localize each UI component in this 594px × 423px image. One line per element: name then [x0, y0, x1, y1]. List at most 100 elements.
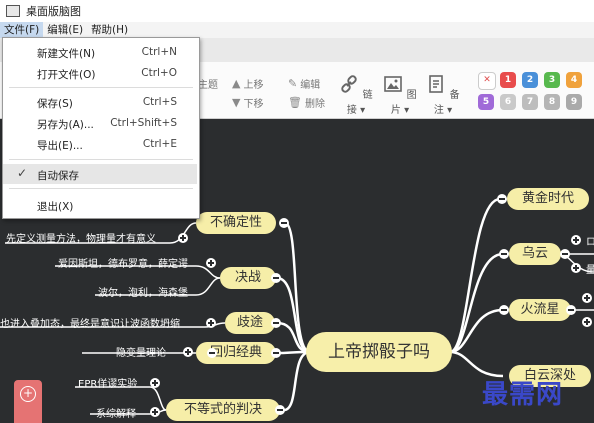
move-up-label: 上移: [243, 80, 264, 91]
expand-icon[interactable]: [582, 293, 592, 303]
priority-7-button[interactable]: 7: [522, 94, 538, 110]
leaf-partial[interactable]: ロ: [586, 233, 594, 248]
pencil-icon: ✎: [288, 77, 298, 90]
zoom-in-icon[interactable]: +: [20, 386, 36, 402]
priority-9-button[interactable]: 9: [566, 94, 582, 110]
expand-icon[interactable]: [178, 233, 188, 243]
topic-fireball[interactable]: 火流星: [509, 299, 571, 321]
expand-icon[interactable]: [582, 317, 592, 327]
menu-item-label: 自动保存: [37, 170, 79, 182]
leaf-hidden-variables[interactable]: 隐变量理论: [116, 344, 166, 359]
menu-item-save[interactable]: 保存(S) Ctrl+S: [3, 92, 197, 112]
center-topic[interactable]: 上帝掷骰子吗: [306, 332, 452, 372]
watermark: 最需网: [482, 380, 564, 410]
move-down-label: 下移: [243, 99, 264, 110]
expand-icon[interactable]: [206, 318, 216, 328]
menu-help[interactable]: 帮助(H): [87, 22, 132, 38]
collapse-icon[interactable]: [275, 405, 285, 415]
expand-icon[interactable]: [150, 407, 160, 417]
leaf-partial[interactable]: 量: [586, 261, 594, 276]
priority-3-button[interactable]: 3: [544, 72, 560, 88]
menu-item-shortcut: Ctrl+N: [141, 46, 177, 58]
zoom-control[interactable]: +: [14, 380, 42, 423]
collapse-icon[interactable]: [499, 249, 509, 259]
insert-topic-label: 主题: [198, 80, 218, 91]
topic-dark-cloud[interactable]: 乌云: [509, 243, 561, 265]
link-icon: [341, 75, 358, 93]
window-title: 桌面版脑图: [26, 5, 81, 18]
menu-separator: [9, 159, 193, 160]
menu-item-label: 导出(E)...: [37, 140, 83, 152]
delete-label: 删除: [304, 99, 325, 110]
image-button[interactable]: 图片 ▾: [382, 74, 418, 116]
note-icon: [429, 75, 444, 93]
expand-icon[interactable]: [150, 378, 160, 388]
priority-5-button[interactable]: 5: [478, 94, 494, 110]
topic-decisive-battle[interactable]: 决战: [220, 267, 276, 289]
menu-item-shortcut: Ctrl+O: [141, 67, 177, 79]
topic-uncertainty[interactable]: 不确定性: [196, 212, 276, 234]
menu-bar: 文件(F) 编辑(E) 帮助(H): [0, 22, 594, 38]
leaf-epr[interactable]: EPR佯谬实验: [78, 375, 137, 390]
menu-separator: [9, 87, 193, 88]
collapse-icon[interactable]: [271, 318, 281, 328]
collapse-icon[interactable]: [499, 305, 509, 315]
priority-8-button[interactable]: 8: [544, 94, 560, 110]
menu-item-autosave[interactable]: ✓ 自动保存: [3, 164, 197, 184]
menu-item-export[interactable]: 导出(E)... Ctrl+E: [3, 134, 197, 154]
collapse-icon[interactable]: [271, 348, 281, 358]
move-up-button[interactable]: ▲ 上移: [232, 76, 263, 91]
menu-item-open-file[interactable]: 打开文件(O) Ctrl+O: [3, 63, 197, 83]
file-menu-dropdown: 新建文件(N) Ctrl+N 打开文件(O) Ctrl+O 保存(S) Ctrl…: [2, 37, 200, 219]
priority-1-button[interactable]: 1: [500, 72, 516, 88]
priority-6-button[interactable]: 6: [500, 94, 516, 110]
image-caret-icon: ▾: [400, 105, 410, 116]
link-caret-icon: ▾: [356, 105, 366, 116]
app-icon: [6, 5, 20, 17]
leaf-consciousness[interactable]: 也进入叠加态，最终是意识让波函数坍缩: [0, 315, 180, 330]
note-caret-icon: ▾: [443, 105, 453, 116]
leaf-ensemble[interactable]: 系综解释: [96, 405, 136, 420]
collapse-icon[interactable]: [566, 305, 576, 315]
leaf-bohr-group[interactable]: 波尔，泡利，海森堡: [98, 284, 188, 299]
move-down-button[interactable]: ▼ 下移: [232, 95, 263, 110]
priority-clear-button[interactable]: ✕: [478, 72, 496, 90]
topic-golden-age[interactable]: 黄金时代: [507, 188, 589, 210]
edit-label: 编辑: [300, 80, 321, 91]
menu-item-save-as[interactable]: 另存为(A)... Ctrl+Shift+S: [3, 113, 197, 133]
collapse-icon[interactable]: [207, 348, 217, 358]
leaf-einstein-group[interactable]: 爱因斯坦，德布罗意，薛定谔: [58, 255, 188, 270]
edit-button[interactable]: ✎ 编辑: [288, 76, 320, 91]
menu-file[interactable]: 文件(F): [0, 22, 44, 38]
note-button[interactable]: 备注 ▾: [425, 74, 461, 116]
collapse-icon[interactable]: [271, 273, 281, 283]
menu-item-shortcut: Ctrl+S: [142, 96, 177, 108]
menu-item-label: 打开文件(O): [37, 69, 96, 81]
menu-item-label: 新建文件(N): [37, 48, 96, 60]
delete-button[interactable]: 🗑 删除: [288, 95, 325, 110]
insert-topic-button[interactable]: 主题: [198, 76, 218, 91]
x-icon: ✕: [483, 75, 491, 85]
expand-icon[interactable]: [571, 235, 581, 245]
menu-edit[interactable]: 编辑(E): [43, 22, 87, 38]
expand-icon[interactable]: [206, 258, 216, 268]
collapse-icon[interactable]: [279, 218, 289, 228]
checkmark-icon: ✓: [17, 166, 28, 180]
expand-icon[interactable]: [183, 347, 193, 357]
topic-wrong-path[interactable]: 歧途: [225, 312, 275, 334]
link-button[interactable]: 链接 ▾: [338, 74, 374, 116]
priority-4-button[interactable]: 4: [566, 72, 582, 88]
trash-icon: 🗑: [288, 96, 302, 109]
menu-item-exit[interactable]: 退出(X): [3, 195, 197, 215]
collapse-icon[interactable]: [560, 249, 570, 259]
priority-2-button[interactable]: 2: [522, 72, 538, 88]
title-bar: 桌面版脑图: [0, 0, 594, 22]
expand-icon[interactable]: [571, 263, 581, 273]
menu-item-new-file[interactable]: 新建文件(N) Ctrl+N: [3, 42, 197, 62]
collapse-icon[interactable]: [497, 194, 507, 204]
menu-item-shortcut: Ctrl+E: [142, 138, 177, 150]
leaf-measurement[interactable]: 先定义测量方法，物理量才有意义: [6, 230, 156, 245]
menu-item-label: 退出(X): [37, 201, 74, 213]
menu-item-label: 另存为(A)...: [37, 119, 94, 131]
topic-inequality-verdict[interactable]: 不等式的判决: [166, 399, 280, 421]
